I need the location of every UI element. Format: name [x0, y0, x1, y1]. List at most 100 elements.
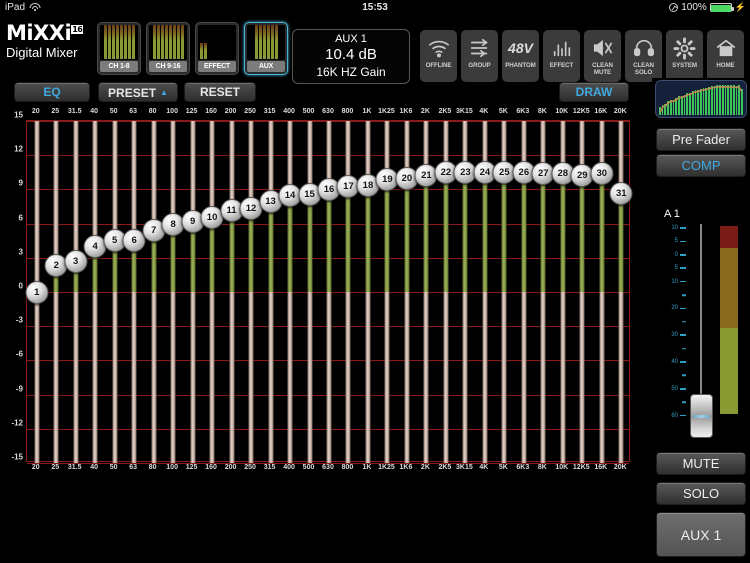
eq-graph[interactable]: 1 2 3 4 5 6 7 8 9 10 11 12 13 14 15 16 17 18 19 20 21 22 23 24 2… [25, 120, 633, 464]
eq-band-slider[interactable]: 13 [259, 121, 283, 463]
eq-band-slider[interactable]: 24 [473, 121, 497, 463]
frequency-tick-label: 200 [224, 108, 237, 115]
tick-mark [680, 334, 686, 336]
pre-fader-button[interactable]: Pre Fader [656, 128, 746, 151]
toolbar-button-phantom[interactable]: 48V PHANTOM [502, 30, 539, 82]
frequency-tick-label: 500 [302, 464, 315, 471]
mini-eq-preview[interactable] [655, 80, 747, 118]
eq-band-slider[interactable]: 4 [83, 121, 107, 463]
vu-segment [720, 328, 738, 414]
eq-band-slider[interactable]: 15 [298, 121, 322, 463]
mini-eq-bar [700, 88, 702, 115]
eq-band-slider[interactable]: 5 [103, 121, 127, 463]
frequency-tick-label: 315 [263, 464, 276, 471]
fader-handle[interactable] [690, 394, 713, 438]
status-right: 100% ⚡ [669, 2, 746, 13]
fader-scale-tick: 20 [671, 305, 686, 311]
frequency-tick-label: 200 [224, 464, 237, 471]
eq-band-slider[interactable]: 17 [336, 121, 360, 463]
draw-button[interactable]: DRAW [559, 82, 629, 102]
fader-scale-value: 20 [671, 305, 678, 312]
solo-button[interactable]: SOLO [656, 482, 746, 505]
mute-button[interactable]: MUTE [656, 452, 746, 475]
meter-tab-effect[interactable]: EFFECT [195, 22, 239, 75]
headphones-icon [633, 34, 655, 62]
aux-select-button[interactable]: AUX 1 [656, 512, 746, 557]
mini-eq-bar [708, 86, 710, 115]
gain-tick-label: 15 [14, 110, 23, 120]
eq-band-slider[interactable]: 1 [25, 121, 49, 463]
eq-band-slider[interactable]: 3 [64, 121, 88, 463]
eq-band-slider[interactable]: 25 [492, 121, 516, 463]
eq-band-slider[interactable]: 29 [570, 121, 594, 463]
eq-band-slider[interactable]: 18 [356, 121, 380, 463]
preset-button[interactable]: PRESET ▲ [98, 82, 178, 102]
eq-band-slider[interactable]: 19 [375, 121, 399, 463]
mini-eq-bar [672, 99, 675, 115]
toolbar-button-effect[interactable]: EFFECT [543, 30, 580, 82]
eq-button[interactable]: EQ [14, 82, 90, 102]
eq-band-slider[interactable]: 28 [551, 121, 575, 463]
eq-band-fill [326, 189, 332, 292]
meter-tab-ch-9-16[interactable]: CH 9-16 [146, 22, 190, 75]
meter-tab-ch-1-8[interactable]: CH 1-8 [97, 22, 141, 75]
battery-icon [709, 3, 734, 12]
eq-band-slider[interactable]: 11 [220, 121, 244, 463]
eq-band-slider[interactable]: 27 [531, 121, 555, 463]
tick-mark [680, 361, 686, 363]
comp-button[interactable]: COMP [656, 154, 746, 177]
fader-track[interactable] [700, 224, 702, 416]
frequency-tick-label: 1K6 [399, 108, 413, 115]
toolbar-button-clean-mute[interactable]: CLEAN MUTE [584, 30, 621, 82]
logo-sup: 16 [71, 25, 84, 34]
frequency-tick-label: 80 [148, 464, 157, 471]
toolbar-button-home[interactable]: HOME [707, 30, 744, 82]
eq-band-slider[interactable]: 12 [239, 121, 263, 463]
eq-band-slider[interactable]: 20 [395, 121, 419, 463]
toolbar-button-group[interactable]: GROUP [461, 30, 498, 82]
fader-scale-tick: 0 [675, 252, 686, 258]
fader-scale-tick: 10 [671, 279, 686, 285]
eq-band-slider[interactable]: 7 [142, 121, 166, 463]
eq-band-slider[interactable]: 23 [453, 121, 477, 463]
frequency-tick-label: 6K3 [516, 108, 530, 115]
meter-tab-aux[interactable]: AUX [244, 22, 288, 75]
eq-band-handle[interactable]: 1 [25, 281, 49, 304]
reset-button[interactable]: RESET [184, 82, 256, 102]
frequency-tick-label: 800 [341, 464, 354, 471]
eq-band-track [131, 121, 137, 463]
frequency-tick-label: 100 [166, 464, 178, 471]
eq-band-slider[interactable]: 6 [122, 121, 146, 463]
toolbar-button-offline[interactable]: OFFLINE [420, 30, 457, 82]
gain-tick-label: 6 [18, 213, 23, 223]
eq-band-track [190, 121, 196, 463]
eq-band-slider[interactable]: 10 [200, 121, 224, 463]
eq-band-slider[interactable]: 31 [609, 121, 633, 463]
eq-band-slider[interactable]: 9 [181, 121, 205, 463]
eq-band-slider[interactable]: 8 [161, 121, 185, 463]
eq-band-track [307, 121, 313, 463]
mini-eq-bar [716, 85, 719, 115]
eq-band-track [112, 121, 118, 463]
eq-band-track [73, 121, 79, 463]
mini-eq-bar [741, 89, 743, 115]
tick-mark [680, 227, 686, 229]
frequency-tick-label: 80 [148, 108, 157, 115]
eq-band-slider[interactable]: 22 [434, 121, 458, 463]
fader-scale-tick [680, 294, 686, 296]
eq-band-track [268, 121, 274, 463]
eq-band-track [209, 121, 215, 463]
eq-band-slider[interactable]: 16 [317, 121, 341, 463]
vu-segment [720, 226, 738, 248]
eq-band-handle[interactable]: 31 [609, 181, 633, 205]
toolbar-button-system[interactable]: SYSTEM [666, 30, 703, 82]
eq-band-handle[interactable]: 3 [64, 250, 88, 274]
eq-band-handle[interactable]: 30 [590, 162, 614, 186]
eq-band-slider[interactable]: 30 [590, 121, 614, 463]
toolbar-button-clean-solo[interactable]: CLEAN SOLO [625, 30, 662, 82]
eq-band-slider[interactable]: 21 [414, 121, 438, 463]
eq-band-slider[interactable]: 14 [278, 121, 302, 463]
frequency-tick-label: 25 [51, 108, 60, 115]
eq-band-slider[interactable]: 26 [512, 121, 536, 463]
eq-band-slider[interactable]: 2 [44, 121, 68, 463]
